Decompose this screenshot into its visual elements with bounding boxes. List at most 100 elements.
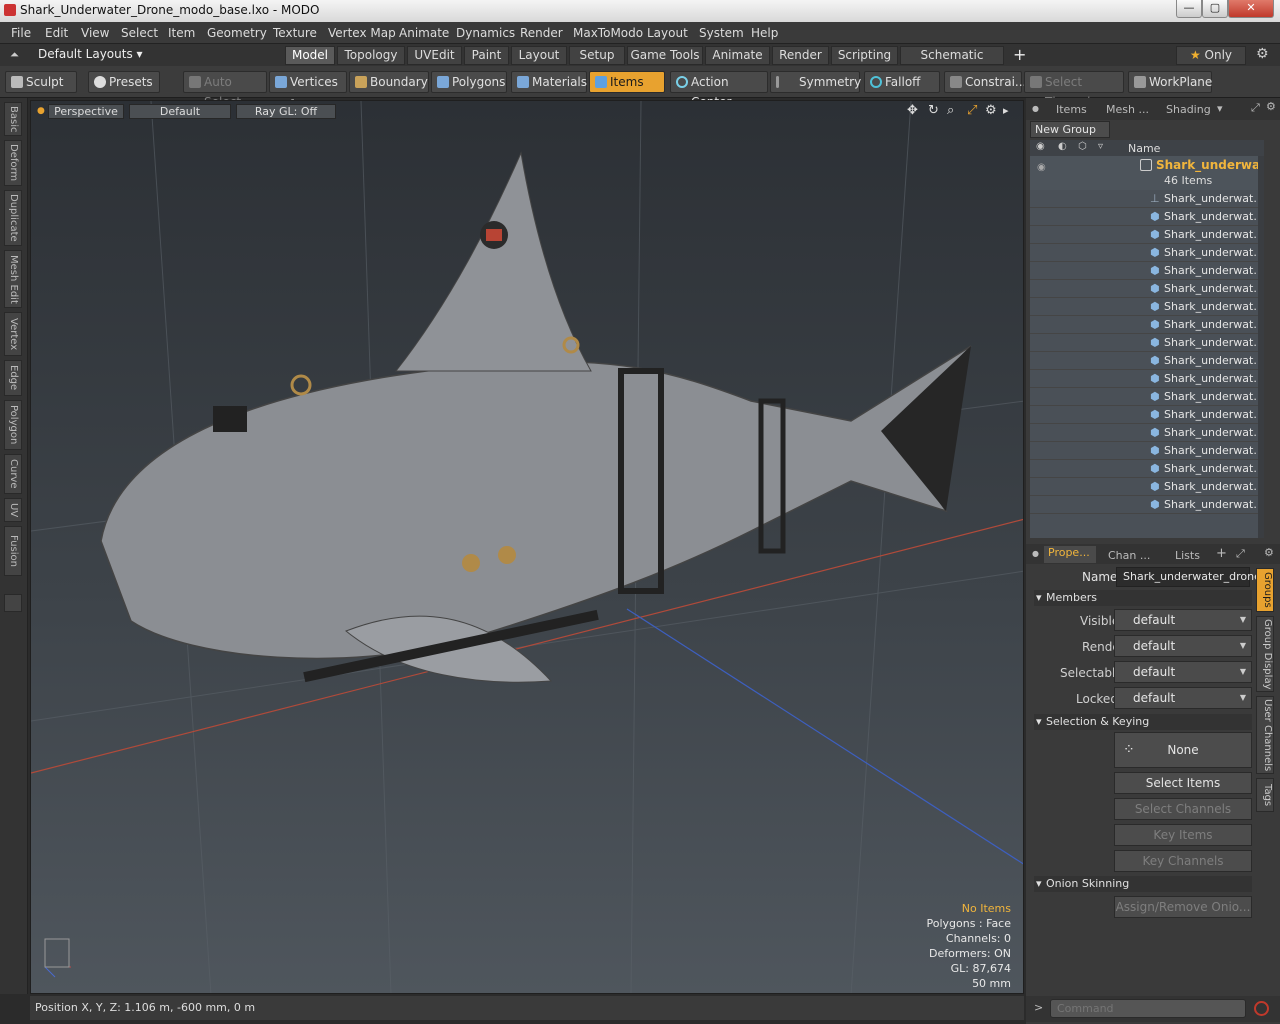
tab-channels[interactable]: Chan ... [1108, 549, 1150, 566]
viewport-more-icon[interactable]: ▸ [1003, 104, 1009, 117]
list-item[interactable]: ⬢ Shark_underwat... [1030, 496, 1264, 514]
raygl-dropdown[interactable]: Ray GL: Off [236, 104, 336, 119]
items-scrollbar[interactable] [1258, 156, 1264, 538]
list-item[interactable]: ⬢ Shark_underwat... [1030, 424, 1264, 442]
tab-items[interactable]: Items [1056, 103, 1087, 120]
side-tab-groups[interactable]: Groups [1256, 568, 1274, 612]
symmetry-button[interactable]: Symmetry [770, 71, 861, 93]
tool-tab-duplicate[interactable]: Duplicate [4, 190, 22, 246]
polygons-button[interactable]: Polygons [431, 71, 507, 93]
new-group-button[interactable]: New Group [1030, 121, 1110, 138]
list-item[interactable]: ⬢ Shark_underwat... [1030, 442, 1264, 460]
tab-animate[interactable]: Animate [705, 46, 770, 65]
panel-dot-icon[interactable]: ● [1032, 104, 1039, 113]
tab-render[interactable]: Render [772, 46, 829, 65]
add-tab-icon[interactable]: + [1013, 45, 1026, 64]
tab-schematic-fusion[interactable]: Schematic Fusion [900, 46, 1004, 79]
tool-tab-basic[interactable]: Basic [4, 102, 22, 136]
tab-lists[interactable]: Lists [1175, 549, 1200, 566]
pan-icon[interactable]: ✥ [907, 103, 918, 118]
menu-edit[interactable]: Edit [45, 26, 68, 40]
auto-select-button[interactable]: Auto Select [183, 71, 267, 109]
zoom-icon[interactable]: ⌕ [947, 103, 954, 118]
list-item[interactable]: ⬢ Shark_underwat... [1030, 460, 1264, 478]
tab-setup[interactable]: Setup [569, 46, 625, 65]
action-center-button[interactable]: Action Center [670, 71, 768, 109]
tool-tab-vertex[interactable]: Vertex [4, 312, 22, 356]
list-item[interactable]: ⬢ Shark_underwat... [1030, 388, 1264, 406]
items-button[interactable]: Items [589, 71, 665, 93]
tool-tab-extra[interactable] [4, 594, 22, 612]
group-row[interactable]: ◉ Shark_underwa... 46 Items [1030, 156, 1264, 190]
constraints-button[interactable]: Constrai... [944, 71, 1026, 93]
assign-remove-onion-button[interactable]: Assign/Remove Onio... [1114, 896, 1252, 918]
tool-tab-edge[interactable]: Edge [4, 360, 22, 396]
list-item[interactable]: ⬢ Shark_underwat... [1030, 406, 1264, 424]
materials-button[interactable]: Materials [511, 71, 587, 93]
sculpt-button[interactable]: Sculpt [5, 71, 77, 93]
list-item[interactable]: ⬢ Shark_underwat... [1030, 370, 1264, 388]
side-tab-user-channels[interactable]: User Channels [1256, 696, 1274, 774]
menu-dynamics[interactable]: Dynamics [456, 26, 515, 40]
shading-dropdown[interactable]: Default [129, 104, 231, 119]
tool-tab-curve[interactable]: Curve [4, 454, 22, 494]
tab-properties[interactable]: Prope... [1044, 546, 1096, 563]
vertices-button[interactable]: Vertices 1 [269, 71, 347, 109]
props-expand-icon[interactable]: ⤢ [1236, 547, 1245, 561]
tab-layout[interactable]: Layout [511, 46, 567, 65]
tool-tab-fusion[interactable]: Fusion [4, 526, 22, 576]
list-item[interactable]: ⬢ Shark_underwat... [1030, 262, 1264, 280]
tab-paint[interactable]: Paint [464, 46, 509, 65]
tab-topology[interactable]: Topology [337, 46, 405, 65]
menu-system[interactable]: System [699, 26, 744, 40]
menu-geometry[interactable]: Geometry [207, 26, 267, 40]
menu-view[interactable]: View [81, 26, 109, 40]
none-button[interactable]: ⁘ None [1114, 732, 1252, 768]
tool-tab-polygon[interactable]: Polygon [4, 400, 22, 450]
group-eye-icon[interactable]: ◉ [1037, 162, 1046, 173]
side-tab-tags[interactable]: Tags [1256, 778, 1274, 812]
workplane-button[interactable]: WorkPlane [1128, 71, 1212, 93]
menu-vertex-map[interactable]: Vertex Map [328, 26, 396, 40]
list-item[interactable]: ⬢ Shark_underwat... [1030, 208, 1264, 226]
tool-tab-deform[interactable]: Deform [4, 140, 22, 186]
minimize-button[interactable]: — [1176, 0, 1202, 18]
tab-model[interactable]: Model [285, 46, 335, 65]
menu-layout[interactable]: Layout [647, 26, 688, 40]
menu-help[interactable]: Help [751, 26, 778, 40]
tab-shading[interactable]: Shading [1166, 103, 1211, 120]
list-item[interactable]: ⬢ Shark_underwat... [1030, 280, 1264, 298]
list-item[interactable]: ⬢ Shark_underwat... [1030, 478, 1264, 496]
render-dropdown[interactable]: default [1114, 635, 1252, 657]
rotate-icon[interactable]: ↻ [928, 103, 939, 118]
menu-texture[interactable]: Texture [273, 26, 317, 40]
tab-scripting[interactable]: Scripting [831, 46, 898, 65]
select-column-icon[interactable]: ▿ [1098, 141, 1103, 152]
select-through-button[interactable]: Select Through [1024, 71, 1124, 109]
key-channels-button[interactable]: Key Channels [1114, 850, 1252, 872]
tab-game-tools[interactable]: Game Tools [627, 46, 703, 65]
default-layouts-dropdown[interactable]: Default Layouts ▾ [38, 47, 143, 61]
command-input[interactable] [1050, 999, 1246, 1018]
visibility-column-icon[interactable]: ◉ [1036, 141, 1045, 152]
tab-uvedit[interactable]: UVEdit [407, 46, 462, 65]
key-items-button[interactable]: Key Items [1114, 824, 1252, 846]
presets-button[interactable]: Presets [88, 71, 160, 93]
props-dot-icon[interactable]: ● [1032, 549, 1039, 558]
expand-icon[interactable]: ⤢ [1251, 101, 1260, 115]
list-item[interactable]: ⬢ Shark_underwat... [1030, 316, 1264, 334]
selection-keying-section[interactable]: Selection & Keying [1034, 714, 1252, 730]
maximize-button[interactable]: ▢ [1202, 0, 1228, 18]
boundary-button[interactable]: Boundary [349, 71, 429, 93]
layout-up-icon[interactable]: ⏶ [10, 48, 19, 62]
selectable-dropdown[interactable]: default [1114, 661, 1252, 683]
gear-icon[interactable]: ⚙ [1256, 46, 1269, 62]
menu-select[interactable]: Select [121, 26, 158, 40]
list-item[interactable]: ⬢ Shark_underwat... [1030, 244, 1264, 262]
menu-file[interactable]: File [11, 26, 31, 40]
3d-viewport[interactable]: ● Perspective Default Ray GL: Off ✥ ↻ ⌕ … [30, 100, 1024, 994]
only-toggle[interactable]: ★ Only [1176, 46, 1246, 65]
name-field[interactable]: Shark_underwater_drone [1116, 567, 1261, 587]
render-column-icon[interactable]: ◐ [1058, 141, 1067, 152]
name-column-header[interactable]: Name [1128, 142, 1160, 155]
